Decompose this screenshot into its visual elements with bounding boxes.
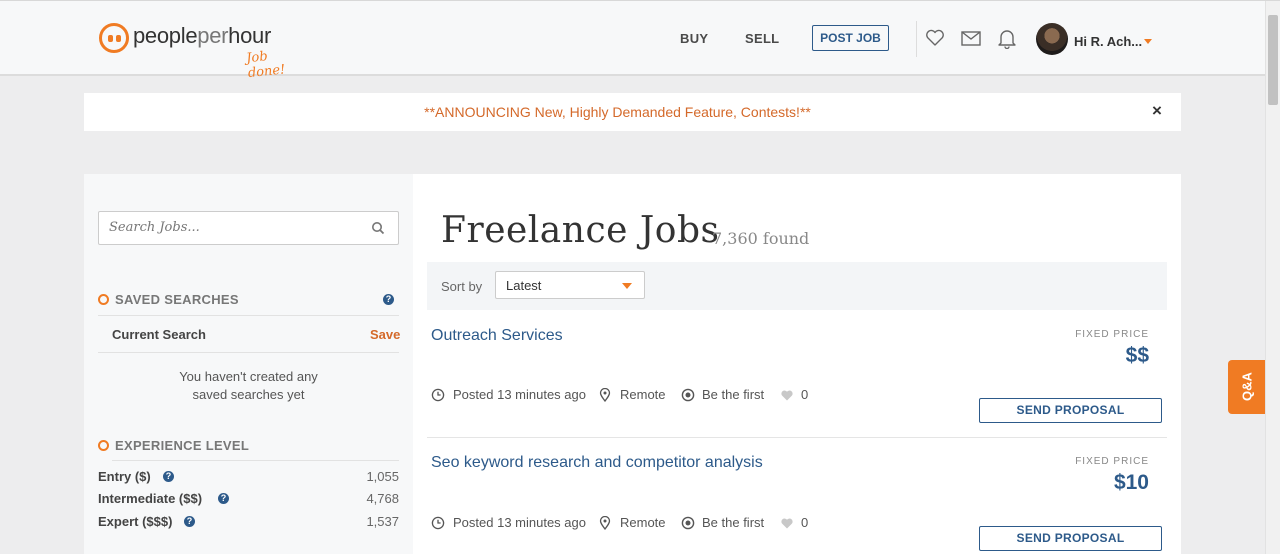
close-icon[interactable]: × bbox=[1150, 102, 1164, 120]
post-job-button[interactable]: POST JOB bbox=[812, 25, 889, 51]
search-box bbox=[98, 211, 399, 245]
nav-sell-link[interactable]: SELL bbox=[745, 31, 779, 46]
logo-tagline: Job done! bbox=[245, 49, 286, 82]
search-icon[interactable] bbox=[371, 221, 385, 235]
help-icon[interactable]: ? bbox=[218, 493, 229, 504]
nav-buy-link[interactable]: BUY bbox=[680, 31, 708, 46]
heart-icon bbox=[781, 518, 793, 529]
send-proposal-button[interactable]: SEND PROPOSAL bbox=[979, 526, 1162, 551]
job-price: $$ bbox=[1125, 344, 1149, 367]
job-listing: Outreach Services FIXED PRICE $$ Posted … bbox=[427, 311, 1167, 438]
price-type-label: FIXED PRICE bbox=[1075, 456, 1149, 467]
divider bbox=[112, 460, 399, 461]
location-pin-icon bbox=[599, 388, 611, 402]
page-title: Freelance Jobs bbox=[441, 210, 720, 251]
announcement-text[interactable]: **ANNOUNCING New, Highly Demanded Featur… bbox=[84, 104, 1151, 120]
filters-sidebar: SAVED SEARCHES ? Current Search Save You… bbox=[84, 174, 413, 554]
heart-icon[interactable] bbox=[924, 27, 946, 49]
page-scrollbar[interactable] bbox=[1265, 1, 1280, 554]
peopleperhour-logo[interactable]: peopleperhour Job done! bbox=[99, 21, 309, 81]
user-avatar[interactable] bbox=[1036, 23, 1068, 55]
top-header: peopleperhour Job done! BUY SELL POST JO… bbox=[0, 1, 1265, 81]
experience-expert-filter[interactable]: Expert ($$$) ? 1,537 bbox=[98, 514, 399, 532]
sort-label: Sort by bbox=[441, 279, 483, 294]
divider bbox=[98, 315, 399, 316]
no-saved-searches-message: You haven't created any saved searches y… bbox=[179, 369, 318, 402]
current-search-label: Current Search bbox=[112, 327, 206, 342]
send-proposal-button[interactable]: SEND PROPOSAL bbox=[979, 398, 1162, 423]
saved-searches-heading: SAVED SEARCHES bbox=[98, 292, 239, 307]
section-ring-icon bbox=[98, 294, 109, 305]
help-icon[interactable]: ? bbox=[163, 471, 174, 482]
job-title-link[interactable]: Outreach Services bbox=[431, 327, 563, 345]
target-icon bbox=[681, 388, 695, 402]
user-menu-caret-icon[interactable] bbox=[1144, 39, 1152, 44]
bell-icon[interactable] bbox=[996, 27, 1018, 50]
logo-face-icon bbox=[99, 23, 129, 53]
target-icon bbox=[681, 516, 695, 530]
clock-icon bbox=[431, 516, 445, 530]
help-icon[interactable]: ? bbox=[184, 516, 195, 527]
jobs-panel: Freelance Jobs 7,360 found Sort by Lates… bbox=[413, 174, 1181, 554]
job-title-link[interactable]: Seo keyword research and competitor anal… bbox=[431, 454, 763, 472]
save-search-link[interactable]: Save bbox=[370, 327, 400, 342]
mail-icon[interactable] bbox=[960, 27, 982, 49]
sort-dropdown[interactable]: Latest bbox=[495, 271, 645, 299]
experience-entry-filter[interactable]: Entry ($) ? 1,055 bbox=[98, 469, 399, 487]
clock-icon bbox=[431, 388, 445, 402]
heart-icon bbox=[781, 390, 793, 401]
results-count: 7,360 found bbox=[712, 229, 810, 248]
scrollbar-thumb[interactable] bbox=[1268, 15, 1278, 105]
divider bbox=[98, 352, 399, 353]
job-meta: Posted 13 minutes ago Remote Be the firs… bbox=[431, 515, 851, 533]
experience-intermediate-filter[interactable]: Intermediate ($$) ? 4,768 bbox=[98, 491, 399, 509]
user-greeting[interactable]: Hi R. Ach... bbox=[1074, 34, 1142, 49]
sort-bar: Sort by Latest bbox=[427, 262, 1167, 310]
price-type-label: FIXED PRICE bbox=[1075, 329, 1149, 340]
chevron-down-icon bbox=[622, 283, 632, 289]
header-divider bbox=[916, 21, 917, 57]
search-input[interactable] bbox=[109, 220, 349, 235]
qa-tab[interactable]: Q&A bbox=[1228, 360, 1265, 414]
experience-level-heading: EXPERIENCE LEVEL bbox=[98, 438, 249, 453]
qa-tab-label: Q&A bbox=[1239, 372, 1255, 401]
job-meta: Posted 13 minutes ago Remote Be the firs… bbox=[431, 387, 851, 405]
sort-value: Latest bbox=[506, 278, 542, 293]
announcement-banner: **ANNOUNCING New, Highly Demanded Featur… bbox=[84, 93, 1181, 131]
help-icon[interactable]: ? bbox=[383, 294, 394, 305]
job-price: $10 bbox=[1113, 471, 1149, 494]
job-listing: Seo keyword research and competitor anal… bbox=[427, 438, 1167, 554]
logo-wordmark: peopleperhour bbox=[133, 23, 272, 48]
section-ring-icon bbox=[98, 440, 109, 451]
location-pin-icon bbox=[599, 516, 611, 530]
